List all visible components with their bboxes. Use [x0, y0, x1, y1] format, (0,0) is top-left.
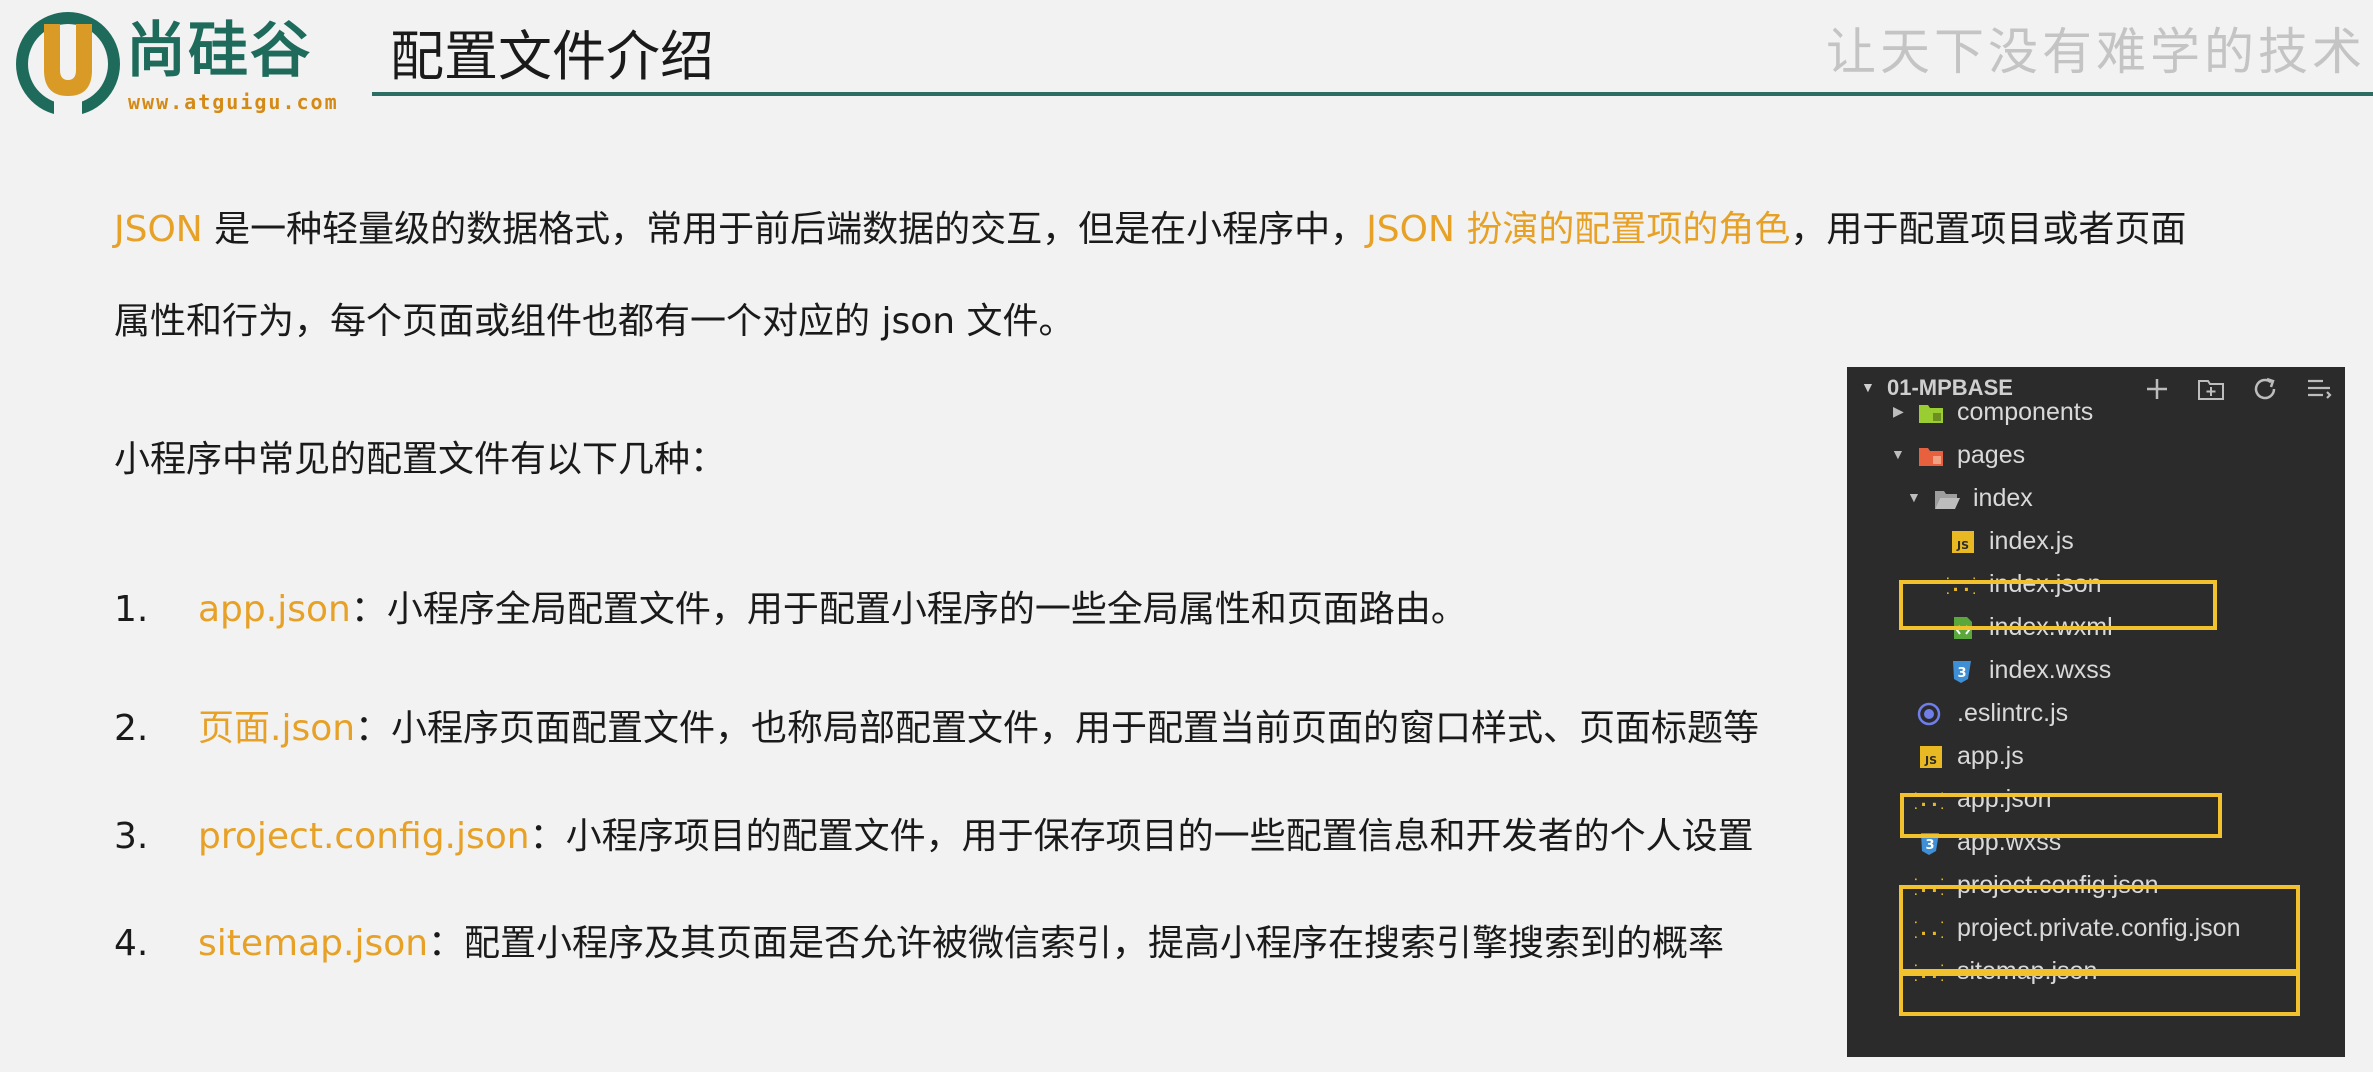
- js-file-icon: JS: [1952, 531, 1974, 553]
- file-name: project.config.json: [198, 816, 530, 857]
- pages-folder-icon: [1919, 448, 1943, 466]
- list-item: 1. app.json：小程序全局配置文件，用于配置小程序的一些全局属性和页面路由…: [114, 584, 1467, 636]
- components-folder-icon: [1919, 405, 1943, 423]
- tree-item-label: components: [1957, 398, 2094, 426]
- brand-logo: 尚硅谷 www.atguigu.com: [14, 10, 359, 120]
- list-item: 2. 页面.json：小程序页面配置文件，也称局部配置文件，用于配置当前页面的窗口…: [114, 703, 1759, 755]
- logo-url: www.atguigu.com: [128, 90, 339, 114]
- file-description: ：小程序全局配置文件，用于配置小程序的一些全局属性和页面路由。: [350, 589, 1467, 630]
- tree-item-label: pages: [1957, 441, 2026, 469]
- intro-text: ，用于配置项目或者页面: [1790, 209, 2187, 250]
- svg-text:3: 3: [1925, 838, 1934, 853]
- file-name: sitemap.json: [198, 923, 429, 964]
- logo-text: 尚硅谷: [126, 16, 312, 86]
- caret-right-icon[interactable]: ▶: [1893, 403, 1904, 420]
- slogan: 让天下没有难学的技术: [1826, 23, 2366, 81]
- intro-line-2: 属性和行为，每个页面或组件也都有一个对应的 json 文件。: [114, 301, 1075, 342]
- tree-item-pages[interactable]: ▼ pages: [1847, 434, 2345, 477]
- svg-text:JS: JS: [1924, 754, 1937, 767]
- intro-line-1: JSON 是一种轻量级的数据格式，常用于前后端数据的交互，但是在小程序中，JSO…: [114, 204, 2354, 256]
- tree-item-label: .eslintrc.js: [1957, 699, 2069, 727]
- intro-text: 是一种轻量级的数据格式，常用于前后端数据的交互，但是在小程序中，: [202, 209, 1367, 250]
- file-description: ：配置小程序及其页面是否允许被微信索引，提高小程序在搜索引擎搜索到的概率: [428, 923, 1725, 964]
- tree-item-label: index: [1973, 484, 2033, 512]
- file-explorer: ▼ 01-MPBASE ▶ components ▼ pages ▼ index…: [1847, 367, 2345, 1057]
- tree-item-eslintrc[interactable]: .eslintrc.js: [1847, 692, 2345, 735]
- page-title: 配置文件介绍: [390, 25, 714, 88]
- list-item: 3. project.config.json：小程序项目的配置文件，用于保存项目的…: [114, 811, 1754, 863]
- highlight-box: [1899, 580, 2217, 630]
- file-name: app.json: [198, 589, 351, 630]
- highlight-box: [1899, 972, 2300, 1016]
- tree-item-index-folder[interactable]: ▼ index: [1847, 477, 2345, 520]
- list-number: 4.: [114, 923, 149, 964]
- tree-item-label: app.js: [1957, 742, 2024, 770]
- file-name: 页面.json: [198, 708, 356, 749]
- wxss-file-icon: 3: [1953, 661, 1971, 683]
- list-number: 3.: [114, 816, 149, 857]
- logo-badge-icon: [16, 12, 120, 118]
- tree-item-index-js[interactable]: JS index.js: [1847, 520, 2345, 563]
- list-item: 4. sitemap.json：配置小程序及其页面是否允许被微信索引，提高小程序在…: [114, 918, 1724, 970]
- tree-item-label: index.wxss: [1989, 656, 2112, 684]
- header-divider: [372, 92, 2373, 96]
- tree-item-components[interactable]: ▶ components: [1847, 391, 2345, 434]
- caret-down-icon[interactable]: ▼: [1907, 489, 1921, 505]
- file-description: ：小程序页面配置文件，也称局部配置文件，用于配置当前页面的窗口样式、页面标题等: [355, 708, 1760, 749]
- eslint-file-icon: [1917, 702, 1941, 726]
- list-number: 2.: [114, 708, 149, 749]
- highlight-box: [1899, 885, 2300, 973]
- svg-text:3: 3: [1957, 666, 1966, 681]
- svg-text:JS: JS: [1956, 539, 1969, 552]
- file-description: ：小程序项目的配置文件，用于保存项目的一些配置信息和开发者的个人设置: [529, 816, 1754, 857]
- intro-json-highlight: JSON: [114, 209, 203, 250]
- highlight-box: [1900, 793, 2222, 838]
- tree-item-index-wxss[interactable]: 3 index.wxss: [1847, 649, 2345, 692]
- js-file-icon: JS: [1920, 746, 1942, 768]
- list-number: 1.: [114, 589, 149, 630]
- tree-item-label: index.js: [1989, 527, 2074, 555]
- folder-open-icon: [1935, 491, 1960, 509]
- intro-role-highlight: JSON 扮演的配置项的角色: [1366, 209, 1791, 250]
- tree-item-app-js[interactable]: JS app.js: [1847, 735, 2345, 778]
- caret-down-icon[interactable]: ▼: [1891, 446, 1905, 462]
